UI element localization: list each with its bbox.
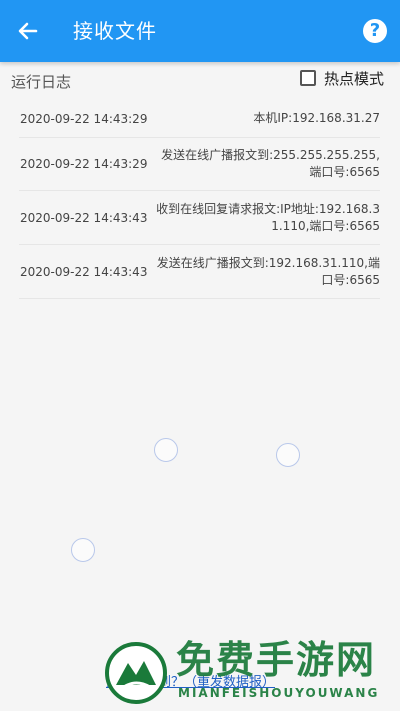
device-radar-ring[interactable] (154, 438, 178, 462)
hotspot-mode-toggle[interactable]: 热点模式 (299, 67, 384, 89)
watermark: 免费手游网 MIANFEISHOUYOUWANG (104, 637, 390, 707)
log-row: 2020-09-22 14:43:29 发送在线广播报文到:255.255.25… (19, 138, 380, 191)
back-button[interactable] (14, 17, 42, 45)
log-row: 2020-09-22 14:43:43 收到在线回复请求报文:IP地址:192.… (19, 191, 380, 245)
log-row: 2020-09-22 14:43:29 本机IP:192.168.31.27 (19, 100, 380, 138)
log-time: 2020-09-22 14:43:29 (20, 157, 148, 171)
app-bar: 接收文件 ? (0, 0, 400, 62)
arrow-left-icon (18, 22, 38, 40)
watermark-logo-icon (105, 642, 167, 704)
log-time: 2020-09-22 14:43:43 (20, 210, 148, 225)
log-time: 2020-09-22 14:43:43 (20, 264, 148, 279)
page-title: 接收文件 (73, 19, 157, 43)
hotspot-mode-label: 热点模式 (323, 69, 384, 88)
log-message: 发送在线广播报文到:192.168.31.110,端口号:6565 (156, 255, 380, 287)
log-message: 收到在线回复请求报文:IP地址:192.168.31.110,端口号:6565 (156, 201, 380, 233)
log-section-title: 运行日志 (11, 73, 72, 91)
log-list: 2020-09-22 14:43:29 本机IP:192.168.31.27 2… (19, 100, 380, 299)
log-message: 本机IP:192.168.31.27 (253, 111, 380, 125)
log-row: 2020-09-22 14:43:43 发送在线广播报文到:192.168.31… (19, 245, 380, 299)
log-time: 2020-09-22 14:43:29 (20, 111, 148, 126)
help-button[interactable]: ? (363, 19, 387, 43)
watermark-text-cn: 免费手游网 (176, 638, 377, 682)
log-message: 发送在线广播报文到:255.255.255.255,端口号:6565 (161, 148, 380, 179)
device-radar-ring[interactable] (71, 538, 95, 562)
question-circle-icon: ? (369, 20, 381, 41)
device-radar-ring[interactable] (276, 443, 300, 467)
hotspot-mode-checkbox[interactable] (299, 70, 316, 86)
watermark-text-en: MIANFEISHOUYOUWANG (178, 686, 380, 700)
